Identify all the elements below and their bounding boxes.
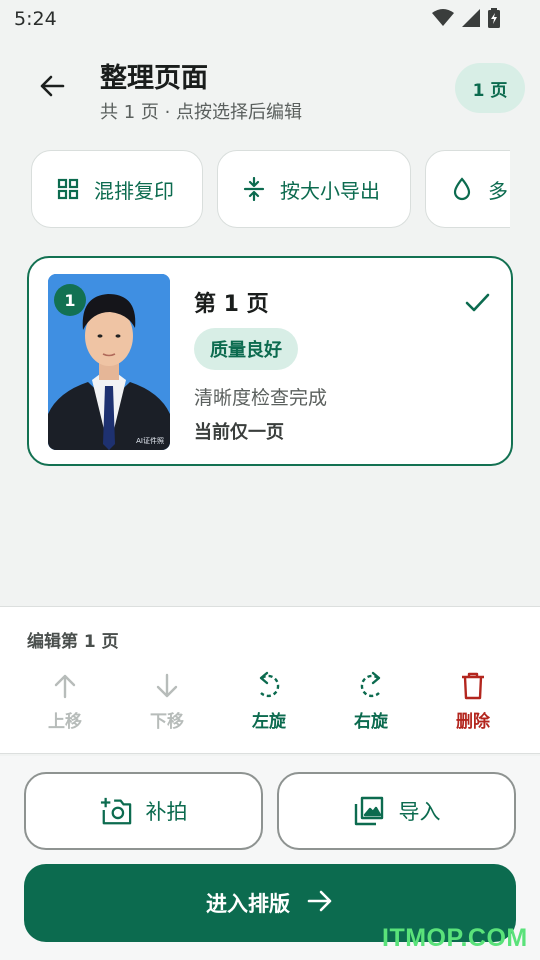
rotate-right-icon <box>356 671 386 701</box>
page-title: 整理页面 <box>100 63 208 94</box>
rotate-right-button[interactable]: 右旋 <box>331 671 411 735</box>
add-photo-icon <box>100 795 132 827</box>
card-title: 第 1 页 <box>194 292 269 317</box>
move-down-button[interactable]: 下移 <box>127 671 207 735</box>
drop-icon <box>450 177 474 201</box>
single-page-note: 当前仅一页 <box>194 422 284 443</box>
edit-panel-title: 编辑第 1 页 <box>27 632 119 652</box>
rotate-left-icon <box>254 671 284 701</box>
clarity-status: 清晰度检查完成 <box>194 387 328 409</box>
quality-badge: 质量良好 <box>194 328 298 370</box>
status-icons <box>432 8 500 32</box>
export-by-size-button[interactable]: 按大小导出 <box>217 150 411 228</box>
enter-layout-label: 进入排版 <box>206 892 290 916</box>
signal-icon <box>462 9 480 31</box>
move-up-label: 上移 <box>48 712 82 732</box>
page-thumbnail: AI证件照 1 <box>48 274 170 450</box>
delete-button[interactable]: 删除 <box>433 671 513 735</box>
move-down-label: 下移 <box>150 712 184 732</box>
arrow-left-icon <box>38 72 66 104</box>
page-count-chip: 1 页 <box>455 63 525 113</box>
status-time: 5:24 <box>14 8 57 30</box>
export-by-size-label: 按大小导出 <box>280 178 380 203</box>
trash-icon <box>458 671 488 701</box>
edit-panel: 编辑第 1 页 上移 下移 左旋 右旋 删除 <box>0 606 540 754</box>
page-number-badge: 1 <box>54 284 86 316</box>
arrow-right-icon <box>306 887 334 920</box>
import-button[interactable]: 导入 <box>277 772 516 850</box>
arrow-up-icon <box>50 671 80 701</box>
import-label: 导入 <box>398 800 441 824</box>
mixed-copy-label: 混排复印 <box>94 178 174 203</box>
page-card[interactable]: AI证件照 1 第 1 页 质量良好 清晰度检查完成 当前仅一页 <box>27 256 513 466</box>
rotate-left-label: 左旋 <box>252 712 286 732</box>
multi-tool-label: 多 <box>488 178 508 203</box>
back-button[interactable] <box>32 68 72 108</box>
page-subtitle: 共 1 页 · 点按选择后编辑 <box>100 102 303 123</box>
retake-button[interactable]: 补拍 <box>24 772 263 850</box>
move-up-button[interactable]: 上移 <box>25 671 105 735</box>
check-icon <box>463 288 491 316</box>
wifi-icon <box>432 9 454 31</box>
photo-library-icon <box>353 795 385 827</box>
retake-label: 补拍 <box>145 800 188 824</box>
multi-tool-button[interactable]: 多 <box>425 150 510 228</box>
rotate-right-label: 右旋 <box>354 712 388 732</box>
grid-icon <box>56 177 80 201</box>
compress-icon <box>242 177 266 201</box>
header: 整理页面 共 1 页 · 点按选择后编辑 1 页 <box>0 50 540 130</box>
status-bar: 5:24 <box>0 0 540 38</box>
mixed-copy-button[interactable]: 混排复印 <box>31 150 203 228</box>
battery-icon <box>488 8 500 32</box>
arrow-down-icon <box>152 671 182 701</box>
rotate-left-button[interactable]: 左旋 <box>229 671 309 735</box>
tool-row: 混排复印 按大小导出 多 <box>0 150 510 228</box>
site-watermark: ITMOP.COM <box>382 924 528 952</box>
delete-label: 删除 <box>456 712 490 732</box>
thumb-watermark: AI证件照 <box>136 437 164 445</box>
